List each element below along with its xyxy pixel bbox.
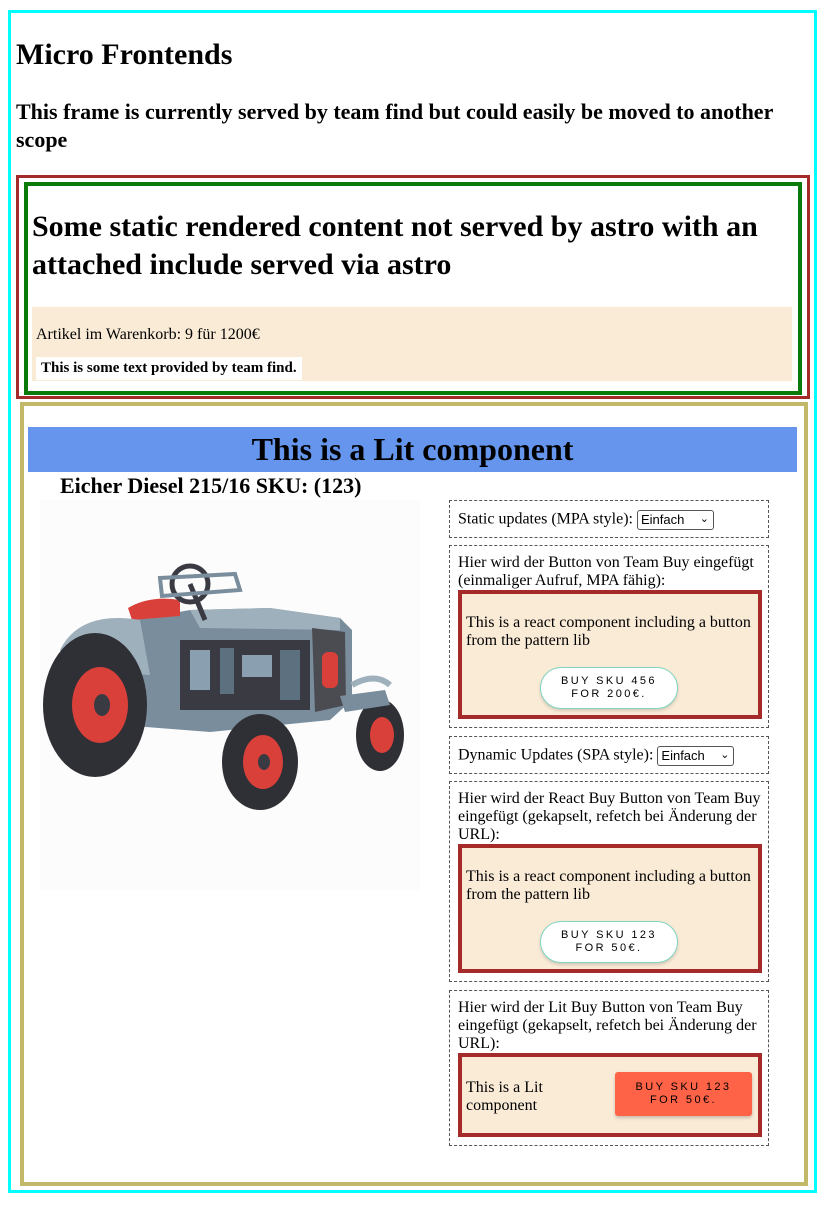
react-buy-label: Hier wird der React Buy Button von Team … bbox=[458, 790, 761, 843]
product-title: Eicher Diesel 215/16 SKU: (123) bbox=[60, 473, 362, 498]
dynamic-updates-label: Dynamic Updates (SPA style): bbox=[458, 746, 654, 764]
button-line-1: BUY SKU 123 bbox=[561, 929, 657, 941]
static-heading: Some static rendered content not served … bbox=[32, 210, 758, 281]
page-subtitle: This frame is currently served by team f… bbox=[16, 99, 773, 152]
button-line-1: BUY SKU 123 bbox=[635, 1081, 732, 1093]
chevron-down-icon: ⌄ bbox=[720, 749, 730, 761]
react-component-123: This is a react component including a bu… bbox=[458, 844, 762, 973]
static-updates-value: Einfach bbox=[640, 512, 685, 527]
page-title: Micro Frontends bbox=[16, 38, 233, 71]
button-line-2: FOR 200€. bbox=[571, 688, 647, 700]
button-line-2: FOR 50€. bbox=[650, 1094, 717, 1106]
lit-buy-component: This is a Lit component BUY SKU 123 FOR … bbox=[458, 1053, 762, 1137]
static-updates-label: Static updates (MPA style): bbox=[458, 510, 633, 528]
team-buy-label: Hier wird der Button von Team Buy eingef… bbox=[458, 554, 754, 589]
static-updates-select[interactable]: Einfach ⌄ bbox=[636, 510, 714, 530]
react-component-text: This is a react component including a bu… bbox=[466, 868, 751, 903]
react-component-text: This is a react component including a bu… bbox=[466, 614, 751, 649]
tractor-image bbox=[40, 500, 420, 890]
dynamic-updates-block: Dynamic Updates (SPA style): Einfach ⌄ bbox=[449, 736, 769, 774]
buy-sku-456-button[interactable]: BUY SKU 456 FOR 200€. bbox=[540, 667, 678, 709]
buy-sku-123-button[interactable]: BUY SKU 123 FOR 50€. bbox=[540, 921, 678, 963]
button-line-1: BUY SKU 456 bbox=[561, 675, 657, 687]
lit-buy-label: Hier wird der Lit Buy Button von Team Bu… bbox=[458, 999, 757, 1052]
react-component-456: This is a react component including a bu… bbox=[458, 590, 762, 719]
team-find-text: This is some text provided by team find. bbox=[36, 357, 302, 380]
dynamic-updates-value: Einfach bbox=[661, 748, 705, 763]
button-line-2: FOR 50€. bbox=[575, 942, 643, 954]
chevron-down-icon: ⌄ bbox=[699, 513, 709, 525]
dynamic-updates-select[interactable]: Einfach ⌄ bbox=[657, 746, 735, 766]
lit-component-text: This is a Lit component bbox=[466, 1079, 543, 1114]
lit-banner: This is a Lit component bbox=[28, 427, 797, 472]
cart-summary: Artikel im Warenkorb: 9 für 1200€ bbox=[36, 326, 260, 343]
static-updates-block: Static updates (MPA style): Einfach ⌄ bbox=[449, 500, 769, 538]
lit-buy-sku-123-button[interactable]: BUY SKU 123 FOR 50€. bbox=[615, 1072, 752, 1116]
